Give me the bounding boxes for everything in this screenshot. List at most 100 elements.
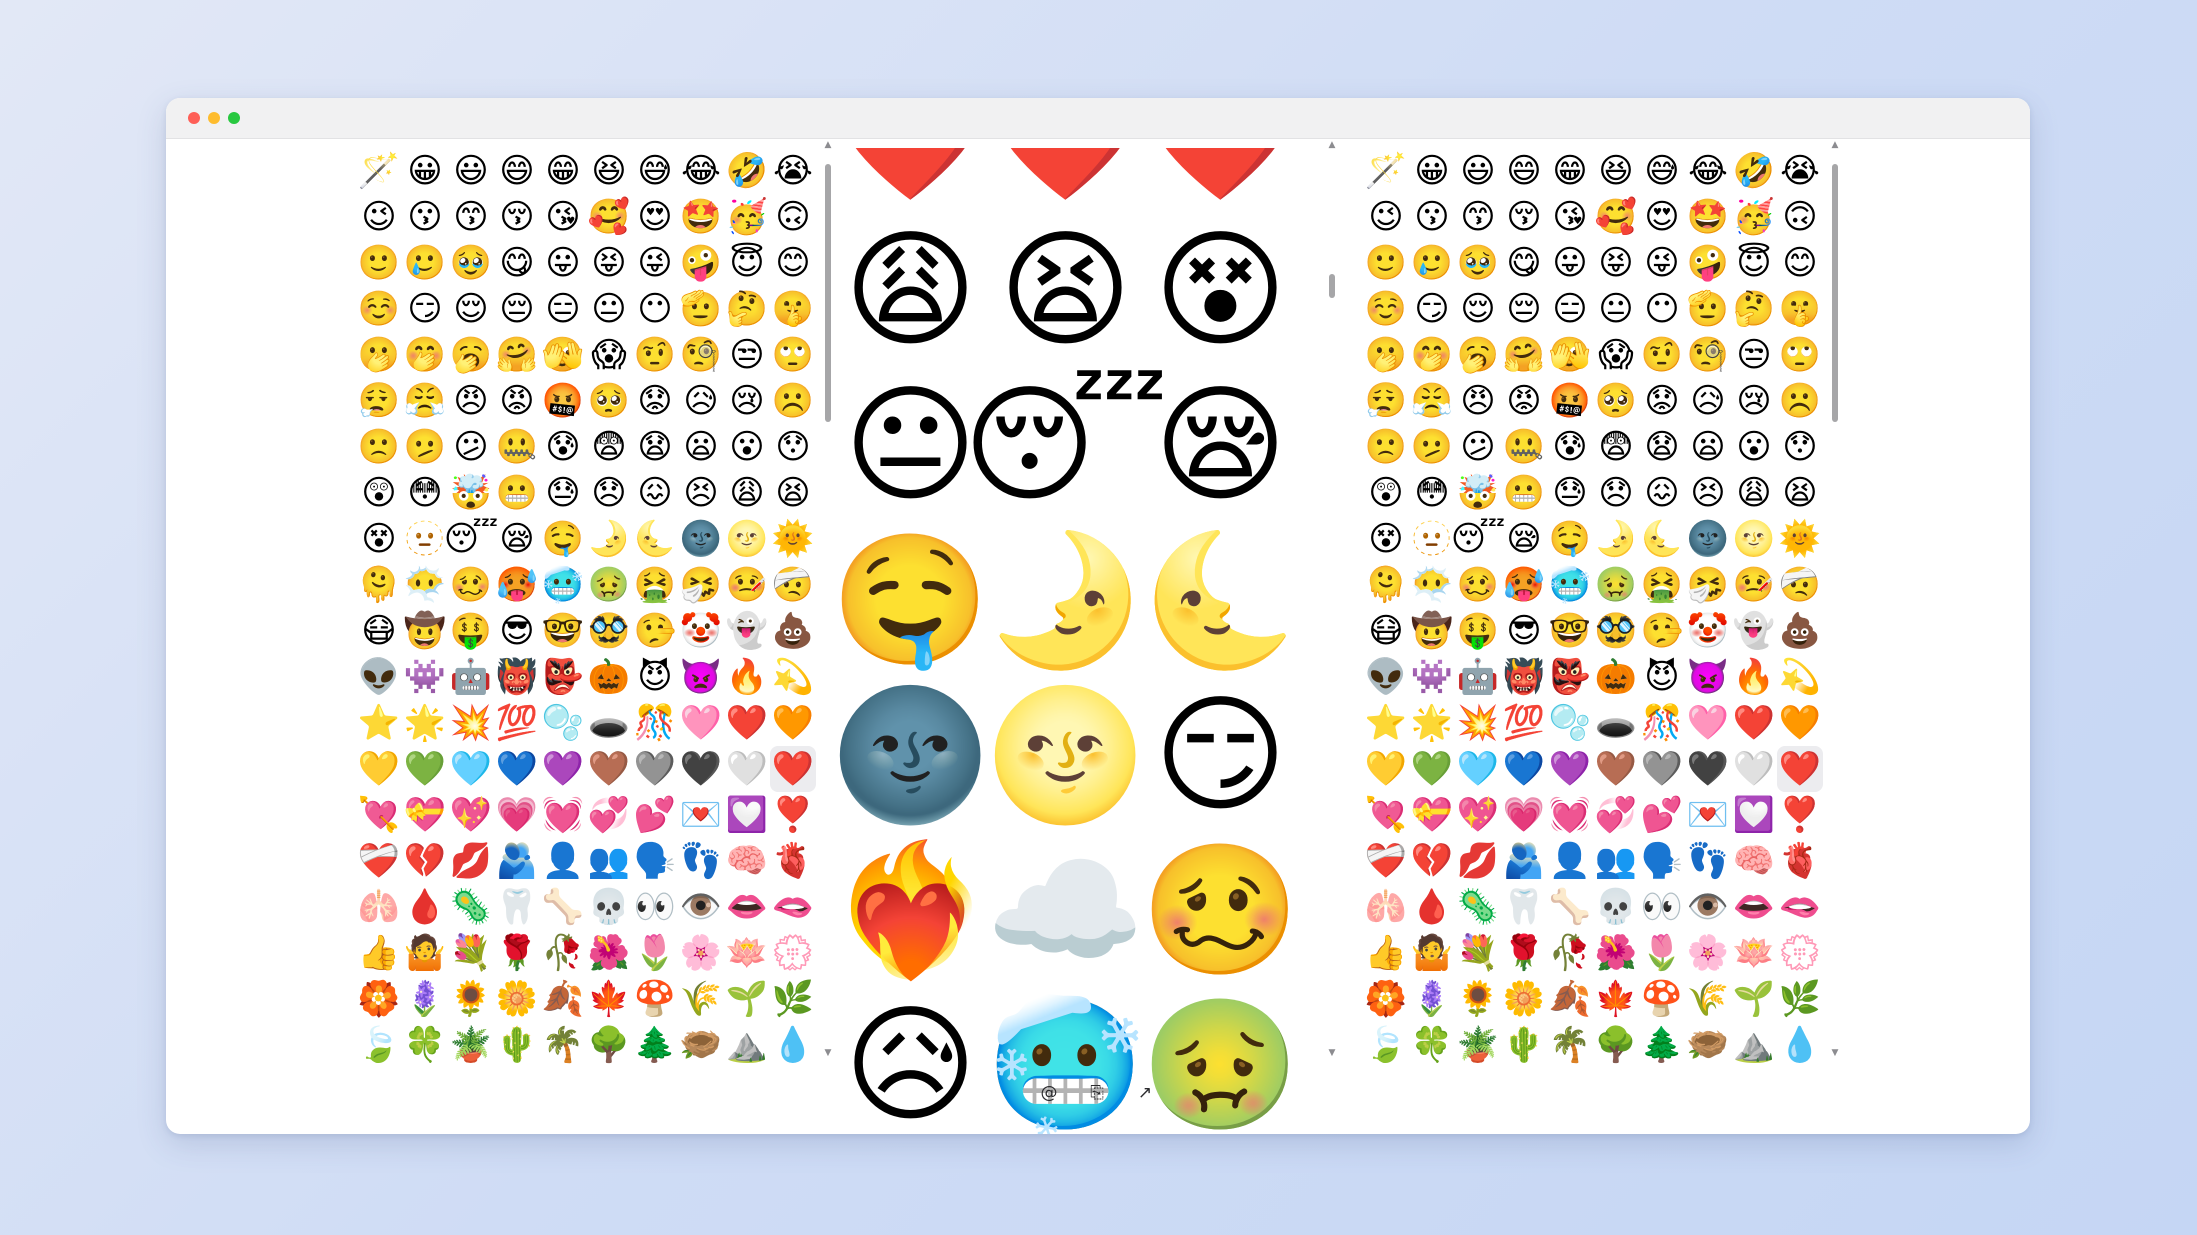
left-emoji-163[interactable]: 🦷 (494, 884, 540, 930)
left-emoji-112[interactable]: 🤖 (448, 654, 494, 700)
left-emoji-95[interactable]: 🤢 (586, 562, 632, 608)
right-emoji-123[interactable]: 💯 (1501, 700, 1547, 746)
left-emoji-147[interactable]: 💌 (678, 792, 724, 838)
right-emoji-178[interactable]: 🪷 (1731, 930, 1777, 976)
left-emoji-102[interactable]: 🤑 (448, 608, 494, 654)
left-emoji-176[interactable]: 🌷 (632, 930, 678, 976)
right-emoji-132[interactable]: 🩵 (1455, 746, 1501, 792)
left-emoji-79[interactable]: 😫 (770, 470, 816, 516)
left-emoji-188[interactable]: 🌱 (724, 976, 770, 1022)
scroll-up-icon[interactable]: ▲ (1327, 140, 1337, 150)
left-emoji-99[interactable]: 🤕 (770, 562, 816, 608)
minimize-window-button[interactable] (208, 112, 220, 124)
left-emoji-87[interactable]: 🌚 (678, 516, 724, 562)
left-emoji-138[interactable]: 🤍 (724, 746, 770, 792)
right-emoji-129[interactable]: 🧡 (1777, 700, 1823, 746)
left-emoji-104[interactable]: 🤓 (540, 608, 586, 654)
left-emoji-24[interactable]: 😛 (540, 240, 586, 286)
left-emoji-127[interactable]: 🩷 (678, 700, 724, 746)
right-emoji-125[interactable]: 🕳️ (1593, 700, 1639, 746)
right-emoji-70[interactable]: 😲 (1363, 470, 1409, 516)
right-emoji-83[interactable]: 😪 (1501, 516, 1547, 562)
left-emoji-134[interactable]: 💜 (540, 746, 586, 792)
right-emoji-30[interactable]: ☺️ (1363, 286, 1409, 332)
right-emoji-96[interactable]: 🤮 (1639, 562, 1685, 608)
right-scroll-thumb[interactable] (1832, 164, 1838, 422)
right-emoji-71[interactable]: 😳 (1409, 470, 1455, 516)
left-emoji-115[interactable]: 🎃 (586, 654, 632, 700)
left-emoji-77[interactable]: 😣 (678, 470, 724, 516)
right-emoji-77[interactable]: 😣 (1685, 470, 1731, 516)
right-emoji-17[interactable]: 🤩 (1685, 194, 1731, 240)
left-emoji-174[interactable]: 🥀 (540, 930, 586, 976)
left-emoji-125[interactable]: 🕳️ (586, 700, 632, 746)
left-emoji-44[interactable]: 🫣 (540, 332, 586, 378)
right-emoji-130[interactable]: 💛 (1363, 746, 1409, 792)
left-emoji-7[interactable]: 😂 (678, 148, 724, 194)
right-emoji-46[interactable]: 🤨 (1639, 332, 1685, 378)
left-emoji-73[interactable]: 😬 (494, 470, 540, 516)
right-emoji-180[interactable]: 🏵️ (1363, 976, 1409, 1022)
right-emoji-143[interactable]: 💗 (1501, 792, 1547, 838)
left-emoji-4[interactable]: 😁 (540, 148, 586, 194)
left-emoji-166[interactable]: 👀 (632, 884, 678, 930)
mix-result-4[interactable]: 😫 (988, 213, 1143, 368)
left-emoji-29[interactable]: 😊 (770, 240, 816, 286)
right-emoji-176[interactable]: 🌷 (1639, 930, 1685, 976)
left-emoji-60[interactable]: 🙁 (356, 424, 402, 470)
left-emoji-64[interactable]: 😰 (540, 424, 586, 470)
right-emoji-6[interactable]: 😅 (1639, 148, 1685, 194)
right-emoji-1[interactable]: 😀 (1409, 148, 1455, 194)
right-emoji-166[interactable]: 👀 (1639, 884, 1685, 930)
left-emoji-74[interactable]: 😓 (540, 470, 586, 516)
left-emoji-103[interactable]: 😎 (494, 608, 540, 654)
right-emoji-7[interactable]: 😂 (1685, 148, 1731, 194)
right-emoji-158[interactable]: 🧠 (1731, 838, 1777, 884)
left-emoji-144[interactable]: 💓 (540, 792, 586, 838)
left-emoji-54[interactable]: 🤬 (540, 378, 586, 424)
left-emoji-16[interactable]: 😍 (632, 194, 678, 240)
right-emoji-23[interactable]: 😋 (1501, 240, 1547, 286)
right-emoji-39[interactable]: 🤫 (1777, 286, 1823, 332)
left-emoji-164[interactable]: 🦴 (540, 884, 586, 930)
left-emoji-169[interactable]: 🫦 (770, 884, 816, 930)
right-emoji-47[interactable]: 🧐 (1685, 332, 1731, 378)
left-emoji-5[interactable]: 😆 (586, 148, 632, 194)
left-emoji-173[interactable]: 🌹 (494, 930, 540, 976)
left-emoji-1[interactable]: 😀 (402, 148, 448, 194)
mix-result-3[interactable]: 😩 (833, 213, 988, 368)
left-emoji-48[interactable]: 😒 (724, 332, 770, 378)
mix-result-15[interactable]: ❤️‍🔥 (833, 833, 990, 988)
left-emoji-70[interactable]: 😲 (356, 470, 402, 516)
left-emoji-14[interactable]: 😘 (540, 194, 586, 240)
left-emoji-121[interactable]: 🌟 (402, 700, 448, 746)
left-emoji-6[interactable]: 😅 (632, 148, 678, 194)
right-emoji-169[interactable]: 🫦 (1777, 884, 1823, 930)
right-emoji-165[interactable]: 💀 (1593, 884, 1639, 930)
right-emoji-60[interactable]: 🙁 (1363, 424, 1409, 470)
right-emoji-68[interactable]: 😮 (1731, 424, 1777, 470)
right-emoji-97[interactable]: 🤧 (1685, 562, 1731, 608)
left-emoji-184[interactable]: 🍂 (540, 976, 586, 1022)
left-emoji-91[interactable]: 😶‍🌫️ (402, 562, 448, 608)
right-emoji-117[interactable]: 👿 (1685, 654, 1731, 700)
at-sign-icon[interactable]: @ (1034, 1078, 1064, 1108)
left-emoji-118[interactable]: 🔥 (724, 654, 770, 700)
left-emoji-130[interactable]: 💛 (356, 746, 402, 792)
right-emoji-92[interactable]: 🥴 (1455, 562, 1501, 608)
left-emoji-80[interactable]: 😵 (356, 516, 402, 562)
left-emoji-72[interactable]: 🤯 (448, 470, 494, 516)
right-emoji-4[interactable]: 😁 (1547, 148, 1593, 194)
left-emoji-67[interactable]: 😦 (678, 424, 724, 470)
left-emoji-133[interactable]: 💙 (494, 746, 540, 792)
left-emoji-93[interactable]: 🥵 (494, 562, 540, 608)
right-emoji-18[interactable]: 🥳 (1731, 194, 1777, 240)
right-emoji-38[interactable]: 🤔 (1731, 286, 1777, 332)
left-emoji-56[interactable]: 😟 (632, 378, 678, 424)
right-emoji-119[interactable]: 💫 (1777, 654, 1823, 700)
right-emoji-142[interactable]: 💖 (1455, 792, 1501, 838)
right-emoji-134[interactable]: 💜 (1547, 746, 1593, 792)
left-emoji-180[interactable]: 🏵️ (356, 976, 402, 1022)
left-emoji-178[interactable]: 🪷 (724, 930, 770, 976)
right-emoji-136[interactable]: 🩶 (1639, 746, 1685, 792)
